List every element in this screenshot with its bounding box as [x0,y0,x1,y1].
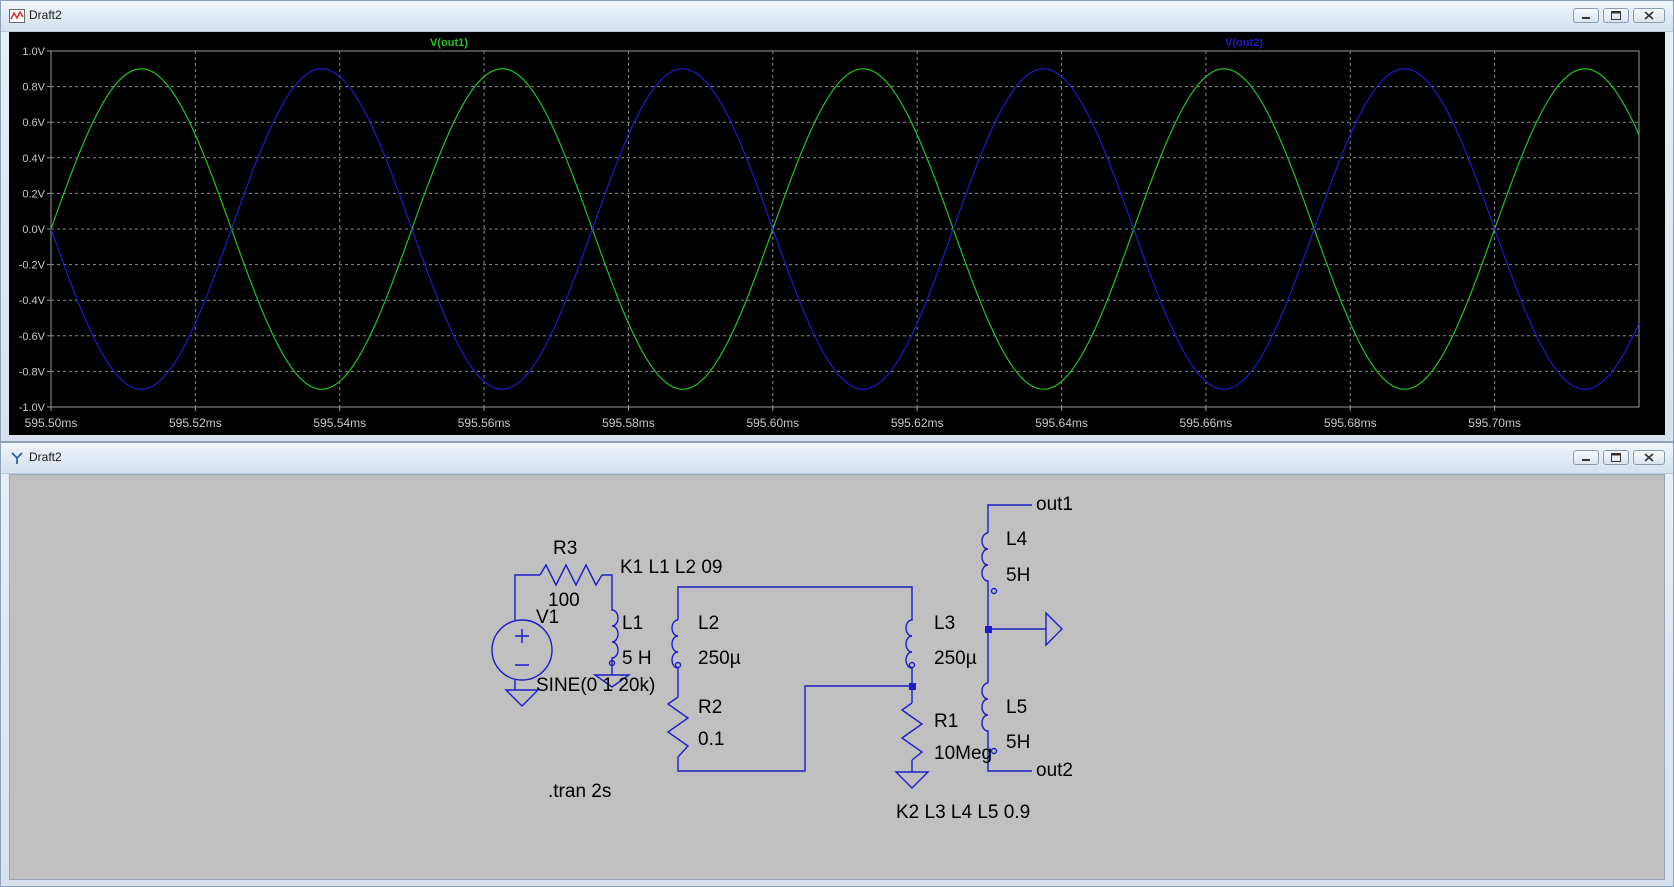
label-r2-value[interactable]: 0.1 [698,729,724,750]
x-tick-label: 595.70ms [1468,416,1521,430]
net-label-out1[interactable]: out1 [1036,494,1073,515]
label-l3-value[interactable]: 250µ [934,648,977,669]
y-tick-label: 0.4V [22,153,45,165]
label-l2-name[interactable]: L2 [698,613,719,634]
y-tick-label: -1.0V [19,402,46,414]
x-tick-label: 595.62ms [891,416,944,430]
y-axis-ticks: 1.0V 0.8V 0.6V 0.4V 0.2V 0.0V -0.2V -0.4V -0.6V -… [19,46,51,414]
close-icon [1644,11,1654,20]
wire-r3-l1[interactable] [602,574,613,600]
label-l4-name[interactable]: L4 [1006,529,1028,550]
resistor-r3[interactable] [539,563,603,587]
label-l3-name[interactable]: L3 [934,613,955,634]
resistor-r2[interactable] [666,696,690,758]
schematic-window[interactable]: Draft2 R3 100 V1 SINE(0 1 20k) L1 5 H L2… [0,442,1674,887]
plot-window[interactable]: Draft2 1.0V 0.8V 0.6V 0.4V 0.2V 0.0V -0.2V -0.4… [0,0,1674,442]
minimize-icon [1582,17,1590,19]
waveform-icon [9,9,25,23]
maximize-icon [1611,11,1621,20]
x-tick-label: 595.68ms [1324,416,1377,430]
label-v1-value[interactable]: SINE(0 1 20k) [536,675,655,696]
y-tick-label: -0.2V [19,260,46,272]
directive-k1[interactable]: K1 L1 L2 09 [620,557,722,578]
schematic-maximize-button[interactable] [1603,450,1629,465]
schematic-close-button[interactable] [1633,450,1665,465]
plot-close-button[interactable] [1633,8,1665,23]
inductor-l5[interactable] [981,682,989,743]
y-tick-label: -0.8V [19,366,46,378]
junction-dot [909,683,916,690]
inductor-l4[interactable] [981,532,989,593]
label-r1-value[interactable]: 10Meg [934,743,992,764]
y-tick-label: -0.4V [19,295,46,307]
plot-minimize-button[interactable] [1573,8,1599,23]
net-label-out2[interactable]: out2 [1036,760,1073,781]
x-tick-label: 595.66ms [1180,416,1233,430]
label-r2-name[interactable]: R2 [698,697,722,718]
y-tick-label: 0.2V [22,188,45,200]
inductor-l1[interactable] [611,600,619,670]
series-label-vout2[interactable]: V(out2) [1225,37,1263,49]
y-tick-label: -0.6V [19,331,46,343]
label-l2-value[interactable]: 250µ [698,648,741,669]
plot-window-title: Draft2 [29,8,62,22]
label-l5-name[interactable]: L5 [1006,697,1027,718]
ground-center[interactable] [1045,611,1063,647]
x-tick-label: 595.50ms [25,416,78,430]
waveform-plot[interactable]: 1.0V 0.8V 0.6V 0.4V 0.2V 0.0V -0.2V -0.4V -0.6V -… [9,32,1665,435]
resistor-r1[interactable] [900,702,924,761]
maximize-icon [1611,453,1621,462]
x-axis-ticks: 595.50ms 595.52ms 595.54ms 595.56ms 595.58ms… [25,407,1521,430]
junction-dot [985,626,992,633]
schematic-drawing[interactable]: R3 100 V1 SINE(0 1 20k) L1 5 H L2 250µ L… [10,475,1664,879]
y-tick-label: 0.0V [22,224,45,236]
y-tick-label: 0.8V [22,82,45,94]
plot-maximize-button[interactable] [1603,8,1629,23]
y-tick-label: 1.0V [22,46,45,58]
label-r1-name[interactable]: R1 [934,711,958,732]
label-l1-name[interactable]: L1 [622,613,643,634]
label-v1-name[interactable]: V1 [536,607,559,628]
x-tick-label: 595.60ms [746,416,799,430]
label-l4-value[interactable]: 5H [1006,565,1030,586]
ground-r1[interactable] [894,771,930,789]
x-tick-label: 595.54ms [313,416,366,430]
plot-window-titlebar[interactable]: Draft2 [1,1,1673,32]
waveform-chart[interactable]: 1.0V 0.8V 0.6V 0.4V 0.2V 0.0V -0.2V -0.4V -0.6V -… [9,32,1665,435]
schematic-minimize-button[interactable] [1573,450,1599,465]
directive-k2[interactable]: K2 L3 L4 L5 0.9 [896,802,1030,823]
x-tick-label: 595.64ms [1035,416,1088,430]
label-r3-name[interactable]: R3 [553,538,577,559]
schematic-window-title: Draft2 [29,450,62,464]
x-tick-label: 595.56ms [458,416,511,430]
minimize-icon [1582,459,1590,461]
close-icon [1644,453,1654,462]
inductor-l3[interactable] [905,610,913,670]
label-l5-value[interactable]: 5H [1006,732,1030,753]
schematic-window-titlebar[interactable]: Draft2 [1,443,1673,474]
series-label-vout1[interactable]: V(out1) [430,37,468,49]
label-l1-value[interactable]: 5 H [622,648,652,669]
x-tick-label: 595.52ms [169,416,222,430]
ground-v1[interactable] [504,689,540,707]
y-tick-label: 0.6V [22,117,45,129]
schematic-canvas[interactable]: R3 100 V1 SINE(0 1 20k) L1 5 H L2 250µ L… [9,474,1665,880]
directive-tran[interactable]: .tran 2s [548,781,611,802]
schematic-icon [11,452,23,464]
x-tick-label: 595.58ms [602,416,655,430]
chart-grid [51,51,1639,407]
